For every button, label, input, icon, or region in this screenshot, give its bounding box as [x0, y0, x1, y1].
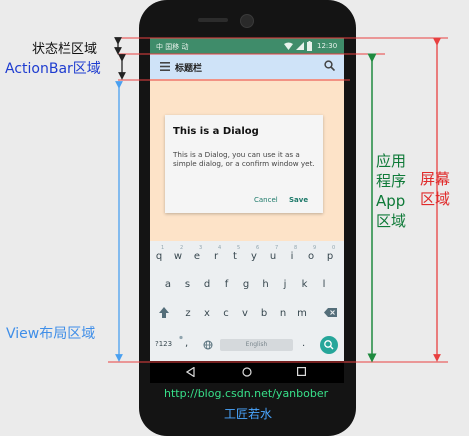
label-view-layout-area: View布局区域 — [6, 326, 96, 342]
app-label-line: 区域 — [376, 212, 407, 230]
label-status-bar-area: 状态栏区域 — [32, 42, 98, 57]
label-app-area: 应用程序 App 区域 — [376, 151, 406, 231]
screen-label-line: 区域 — [420, 190, 451, 208]
app-label-line: App — [376, 192, 406, 210]
app-label-line: 应用 — [376, 152, 407, 170]
label-actionbar-area: ActionBar区域 — [5, 61, 101, 77]
screen-label-line: 屏幕 — [420, 170, 451, 188]
app-label-line: 程序 — [376, 172, 407, 190]
label-screen-area: 屏幕 区域 — [420, 169, 450, 209]
